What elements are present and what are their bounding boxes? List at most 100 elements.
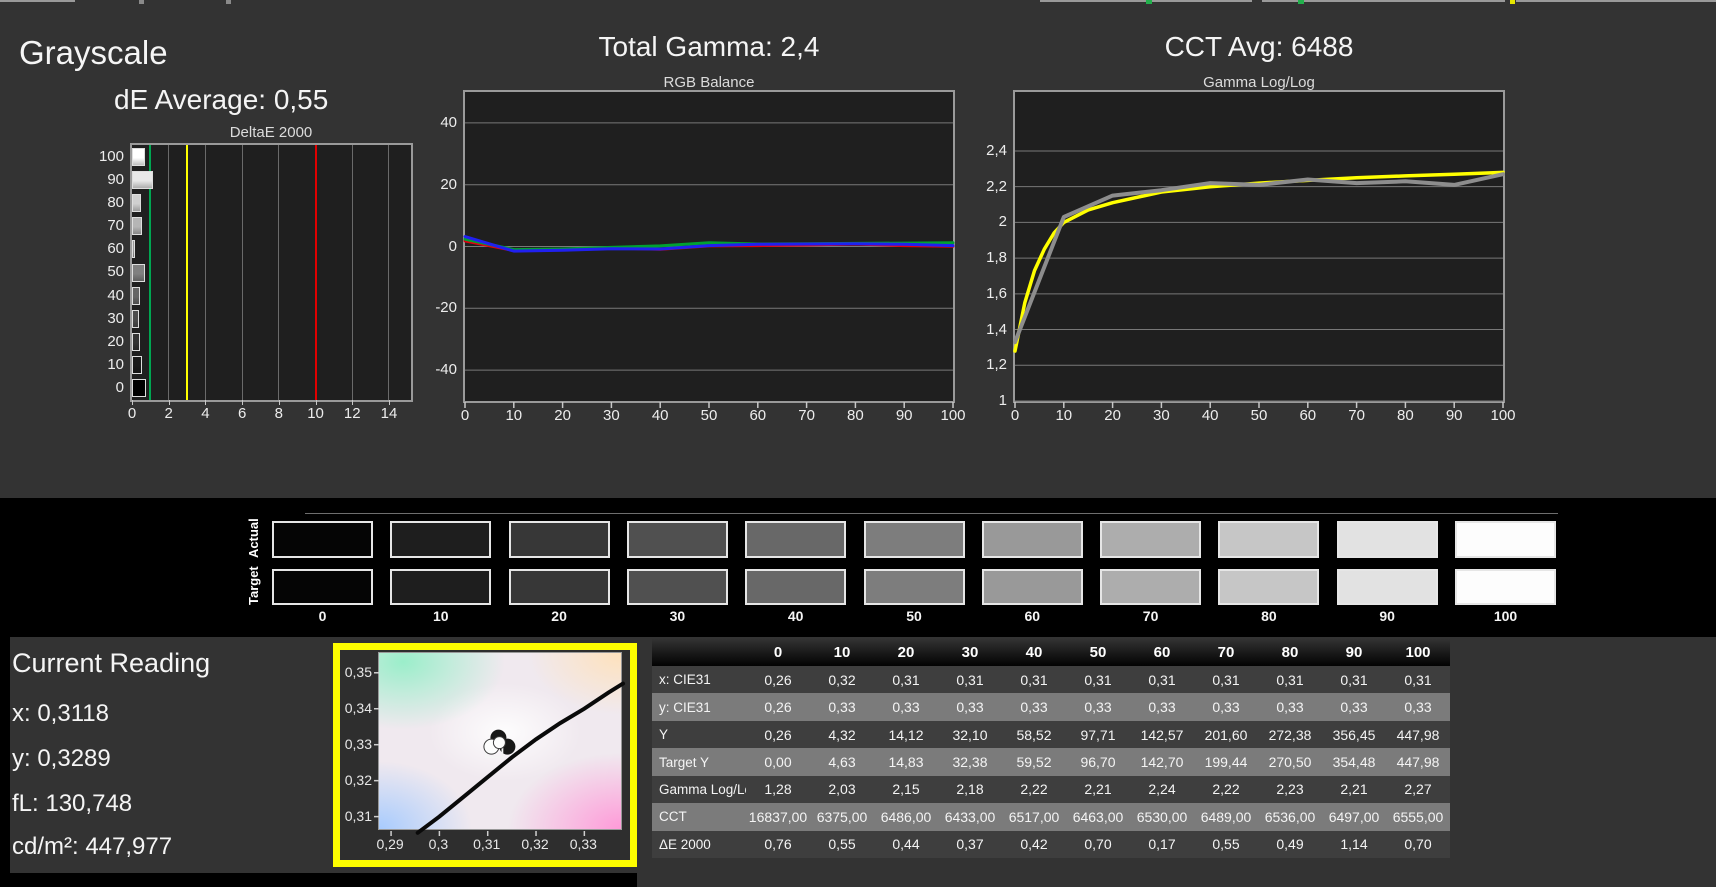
deltae-xlabel: 14 bbox=[380, 405, 398, 422]
deltae-xlabel: 12 bbox=[343, 405, 361, 422]
table-cell: 14,12 bbox=[874, 720, 938, 749]
swatch-actual-80 bbox=[1218, 521, 1320, 558]
deltae-ylabel: 90 bbox=[107, 170, 124, 188]
table-row-label: x: CIE31 bbox=[652, 666, 746, 694]
swatch-level-label: 10 bbox=[433, 608, 449, 624]
table-cell: 1,14 bbox=[1322, 830, 1386, 859]
cie-xlabel: 0,29 bbox=[376, 836, 404, 852]
swatch-level-label: 30 bbox=[669, 608, 686, 624]
table-header-cell: 100 bbox=[1386, 638, 1450, 666]
table-cell: 0,49 bbox=[1258, 830, 1322, 859]
table-cell: 0,00 bbox=[746, 748, 810, 776]
gamma_loglog-xlabel: 0 bbox=[1010, 407, 1020, 424]
gamma_loglog-xlabel: 30 bbox=[1153, 407, 1170, 424]
table-cell: 142,57 bbox=[1130, 720, 1194, 749]
table-cell: 447,98 bbox=[1386, 720, 1450, 749]
swatch-actual-0 bbox=[272, 521, 373, 558]
deltae-bar-chart[interactable] bbox=[130, 143, 413, 402]
table-row-label: y: CIE31 bbox=[652, 693, 746, 721]
rgb_balance-xlabel: 70 bbox=[798, 407, 815, 424]
deltae-bar-10 bbox=[132, 356, 143, 375]
grayscale-swatch-band[interactable]: Actual Target 0 10 20 30 40 50 60 70 80 90 100 bbox=[0, 498, 1716, 637]
deltae-xtick bbox=[132, 400, 133, 405]
deltae-bar-40 bbox=[132, 286, 140, 305]
table-cell: 2,27 bbox=[1386, 775, 1450, 804]
gamma_loglog-xlabel: 40 bbox=[1201, 407, 1219, 424]
table-cell: 59,52 bbox=[1002, 748, 1066, 776]
rgb_balance-xlabel: 10 bbox=[505, 407, 523, 424]
table-cell: 0,42 bbox=[1002, 830, 1066, 859]
table-cell: 0,33 bbox=[1002, 693, 1066, 721]
rgb_balance-xlabel: 20 bbox=[554, 407, 571, 424]
table-cell: 0,44 bbox=[874, 830, 938, 859]
yellow-status-mark bbox=[1510, 0, 1515, 4]
gamma_loglog-xlabel: 70 bbox=[1348, 407, 1365, 424]
deltae-xtick bbox=[168, 400, 170, 405]
table-cell: 2,18 bbox=[938, 775, 1002, 804]
table-cell: 14,83 bbox=[874, 748, 938, 776]
deltae-bar-0 bbox=[132, 379, 146, 398]
table-cell: 0,33 bbox=[1322, 693, 1386, 721]
table-header-cell: 40 bbox=[1002, 638, 1066, 666]
table-cell: 2,21 bbox=[1322, 775, 1386, 804]
table-cell: 0,31 bbox=[1130, 666, 1194, 694]
current-reading-cdm2: cd/m²: 447,977 bbox=[12, 833, 173, 860]
rgb_balance-ylabel: 20 bbox=[440, 175, 457, 193]
table-cell: 201,60 bbox=[1194, 720, 1258, 749]
table-cell: 0,31 bbox=[1386, 666, 1450, 694]
table-cell: 0,26 bbox=[746, 693, 810, 721]
current-reading-y: y: 0,3289 bbox=[12, 745, 111, 772]
top-strip-nub bbox=[139, 0, 144, 4]
deltae-bar-30 bbox=[132, 309, 139, 328]
rgb-balance-chart-title: RGB Balance bbox=[663, 74, 755, 91]
table-cell: 97,71 bbox=[1066, 720, 1130, 749]
table-cell: 0,33 bbox=[1066, 693, 1130, 721]
table-cell: 0,17 bbox=[1130, 830, 1194, 859]
deltae-ylabel: 30 bbox=[107, 309, 124, 327]
swatch-actual-40 bbox=[745, 521, 847, 558]
deltae-xlabel: 8 bbox=[274, 405, 283, 422]
readings-table[interactable]: 0 10 20 30 40 50 60 70 80 90 100 x: CIE31 0,26 0,32 0,… bbox=[652, 638, 1450, 859]
gamma_loglog-xlabel: 50 bbox=[1250, 407, 1268, 424]
table-cell: 0,31 bbox=[1322, 666, 1386, 694]
table-cell: 6486,00 bbox=[874, 803, 938, 831]
deltae-xtick bbox=[315, 400, 317, 405]
deltae-xtick bbox=[205, 400, 207, 405]
table-cell: 0,32 bbox=[810, 666, 874, 694]
gamma-loglog-chart[interactable] bbox=[1013, 90, 1505, 408]
cie-diagram-plot bbox=[374, 652, 625, 836]
table-cell: 2,22 bbox=[1194, 775, 1258, 804]
cie-xlabel: 0,31 bbox=[473, 836, 501, 852]
swatch-actual-70 bbox=[1100, 521, 1202, 558]
gamma_loglog-xlabel: 90 bbox=[1445, 407, 1463, 424]
swatch-target-70 bbox=[1100, 569, 1202, 605]
swatch-level-label: 90 bbox=[1379, 608, 1395, 624]
table-cell: 6433,00 bbox=[938, 803, 1002, 831]
table-cell: 32,38 bbox=[938, 748, 1002, 776]
rgb_balance-xlabel: 30 bbox=[603, 407, 620, 424]
table-cell: 0,33 bbox=[874, 693, 938, 721]
gamma_loglog-ylabel: 1,2 bbox=[986, 356, 1007, 374]
deltae-xtick bbox=[352, 400, 354, 405]
table-cell: 354,48 bbox=[1322, 748, 1386, 776]
table-cell: 0,31 bbox=[938, 666, 1002, 694]
table-cell: 0,33 bbox=[810, 693, 874, 721]
rgb_balance-ylabel: 0 bbox=[448, 237, 457, 255]
table-cell: 0,55 bbox=[810, 830, 874, 859]
table-cell: 199,44 bbox=[1194, 748, 1258, 776]
current-reading-title: Current Reading bbox=[12, 648, 211, 678]
gamma_loglog-xlabel: 80 bbox=[1397, 407, 1414, 424]
deltae-bar-100 bbox=[132, 147, 145, 166]
deltae-ylabel: 10 bbox=[107, 356, 124, 374]
deltae-refline-error-limit bbox=[314, 145, 317, 400]
table-cell: 1,28 bbox=[746, 775, 810, 804]
cie-ylabel: 0,34 bbox=[344, 699, 372, 716]
rgb-balance-chart[interactable] bbox=[463, 90, 955, 408]
cie-ylabel: 0,35 bbox=[344, 663, 372, 680]
green-status-mark bbox=[1146, 0, 1152, 4]
table-cell: 6375,00 bbox=[810, 803, 874, 831]
table-cell: 2,23 bbox=[1258, 775, 1322, 804]
table-cell: 0,31 bbox=[1258, 666, 1322, 694]
table-header-cell: 70 bbox=[1194, 638, 1258, 666]
swatch-target-0 bbox=[272, 569, 373, 605]
